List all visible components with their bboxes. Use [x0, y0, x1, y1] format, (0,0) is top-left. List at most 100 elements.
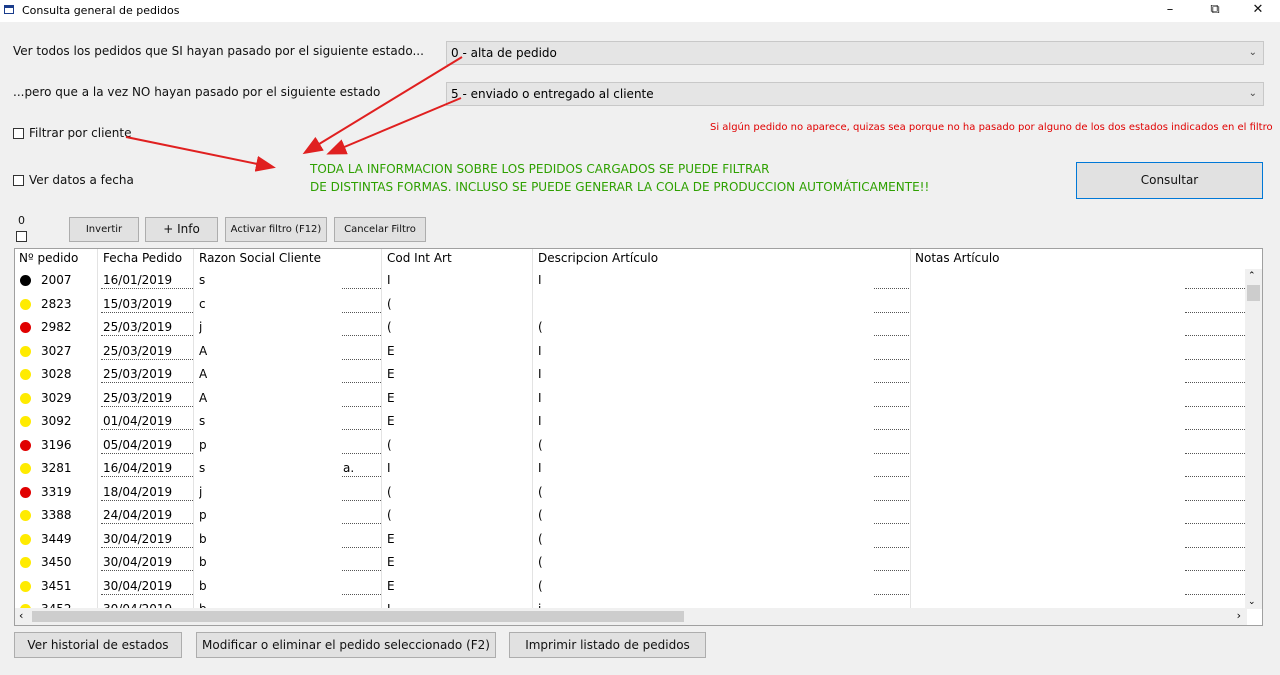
client-filter-checkbox[interactable] — [13, 128, 24, 139]
scroll-thumb[interactable] — [1247, 285, 1260, 301]
cell-underline — [1185, 429, 1247, 430]
horizontal-scrollbar[interactable]: ‹ › — [15, 608, 1247, 625]
order-number-cell: 3028 — [41, 367, 72, 381]
cell-underline — [341, 382, 381, 383]
column-separator — [532, 249, 533, 609]
cell-underline — [873, 358, 909, 360]
cell-underline — [1185, 358, 1247, 360]
cell-underline — [341, 335, 381, 336]
close-button[interactable]: ✕ — [1241, 0, 1275, 22]
cell-underline — [101, 476, 193, 477]
order-number-cell: 3027 — [41, 343, 72, 358]
status-dot-icon — [20, 416, 31, 427]
column-header-article-notes[interactable]: Notas Artículo — [915, 251, 1000, 265]
scroll-up-icon[interactable]: ⌃ — [1248, 271, 1256, 281]
status-dot-icon — [20, 463, 31, 474]
print-orders-button[interactable]: Imprimir listado de pedidos — [509, 632, 706, 658]
status-dot-icon — [20, 345, 31, 357]
state-yes-value: 0 - alta de pedido — [451, 46, 557, 60]
order-number-cell: 3281 — [41, 461, 72, 475]
cell-underline — [1185, 288, 1247, 289]
cell-underline — [1185, 570, 1247, 571]
title-bar: Consulta general de pedidos – ⧉ ✕ — [0, 0, 1280, 22]
vertical-scrollbar[interactable]: ⌃ ⌄ — [1245, 269, 1262, 609]
cancel-filter-button[interactable]: Cancelar Filtro — [334, 217, 426, 242]
order-number-cell: 3092 — [41, 414, 72, 428]
scroll-left-icon[interactable]: ‹ — [19, 609, 23, 622]
cell-underline — [341, 570, 381, 571]
status-dot-icon — [20, 439, 31, 451]
order-number-cell: 2982 — [41, 320, 72, 334]
status-dot-icon — [20, 580, 31, 592]
column-header-client[interactable]: Razon Social Cliente — [199, 251, 321, 265]
activate-filter-button[interactable]: Activar filtro (F12) — [225, 217, 327, 242]
state-yes-label: Ver todos los pedidos que SI hayan pasad… — [13, 44, 424, 58]
cell-underline — [1185, 311, 1247, 313]
filter-warning-text: Si algún pedido no aparece, quizas sea p… — [710, 122, 1273, 133]
column-header-order-date[interactable]: Fecha Pedido — [103, 251, 182, 265]
column-header-order-number[interactable]: Nº pedido — [19, 251, 78, 265]
status-dot-icon — [20, 322, 31, 333]
cell-underline — [1185, 499, 1247, 501]
cell-underline — [873, 523, 909, 524]
cell-underline — [341, 452, 381, 454]
column-separator — [381, 249, 382, 609]
invert-button[interactable]: Invertir — [69, 217, 139, 242]
cell-underline — [101, 335, 193, 336]
column-header-article-code[interactable]: Cod Int Art — [387, 251, 452, 265]
state-yes-select[interactable]: 0 - alta de pedido ⌄ — [446, 41, 1264, 65]
state-no-select[interactable]: 5 - enviado o entregado al cliente ⌄ — [446, 82, 1264, 106]
scroll-right-icon[interactable]: › — [1237, 609, 1241, 622]
selected-count: 0 — [18, 214, 25, 227]
select-all-checkbox[interactable] — [16, 231, 27, 242]
cell-underline — [1185, 335, 1247, 336]
cell-underline — [341, 429, 381, 430]
cell-underline — [1185, 546, 1247, 548]
cell-underline — [101, 429, 193, 430]
cell-underline — [101, 311, 193, 313]
chevron-down-icon: ⌄ — [1248, 47, 1257, 58]
status-dot-icon — [20, 510, 31, 521]
restore-button[interactable]: ⧉ — [1198, 0, 1232, 22]
cell-underline — [873, 405, 909, 407]
order-number-cell: 3451 — [41, 578, 72, 593]
redacted-area — [917, 271, 1185, 611]
cell-underline — [341, 499, 381, 501]
minimize-button[interactable]: – — [1153, 0, 1187, 22]
cell-underline — [1185, 382, 1247, 383]
status-dot-icon — [20, 533, 31, 545]
column-header-article-description[interactable]: Descripcion Artículo — [538, 251, 658, 265]
cell-underline — [873, 593, 909, 595]
cell-underline — [341, 593, 381, 595]
orders-table[interactable]: Nº pedido Fecha Pedido Razon Social Clie… — [14, 248, 1263, 626]
view-state-history-button[interactable]: Ver historial de estados — [14, 632, 182, 658]
status-dot-icon — [20, 392, 31, 404]
scroll-thumb-horizontal[interactable] — [32, 611, 684, 622]
cell-underline — [101, 405, 193, 407]
order-number-cell: 2007 — [41, 273, 72, 287]
cell-underline — [873, 570, 909, 571]
column-separator — [193, 249, 194, 609]
cell-underline — [873, 429, 909, 430]
modify-order-button[interactable]: Modificar o eliminar el pedido seleccion… — [196, 632, 496, 658]
status-dot-icon — [20, 486, 31, 498]
cell-underline — [101, 452, 193, 454]
cell-underline — [341, 523, 381, 524]
cell-underline — [101, 546, 193, 548]
cell-underline — [341, 546, 381, 548]
order-number-cell: 3196 — [41, 437, 72, 452]
order-number-cell: 2823 — [41, 296, 72, 311]
cell-underline — [101, 288, 193, 289]
cell-underline — [101, 523, 193, 524]
cell-underline — [341, 358, 381, 360]
annotation-line-1: TODA LA INFORMACION SOBRE LOS PEDIDOS CA… — [310, 162, 770, 176]
more-info-button[interactable]: + Info — [145, 217, 218, 242]
query-button[interactable]: Consultar — [1076, 162, 1263, 199]
status-dot-icon — [20, 369, 31, 380]
date-view-label: Ver datos a fecha — [29, 173, 134, 187]
date-view-checkbox[interactable] — [13, 175, 24, 186]
cell-underline — [341, 288, 381, 289]
scroll-down-icon[interactable]: ⌄ — [1248, 597, 1256, 607]
cell-underline — [873, 382, 909, 383]
status-dot-icon — [20, 275, 31, 286]
